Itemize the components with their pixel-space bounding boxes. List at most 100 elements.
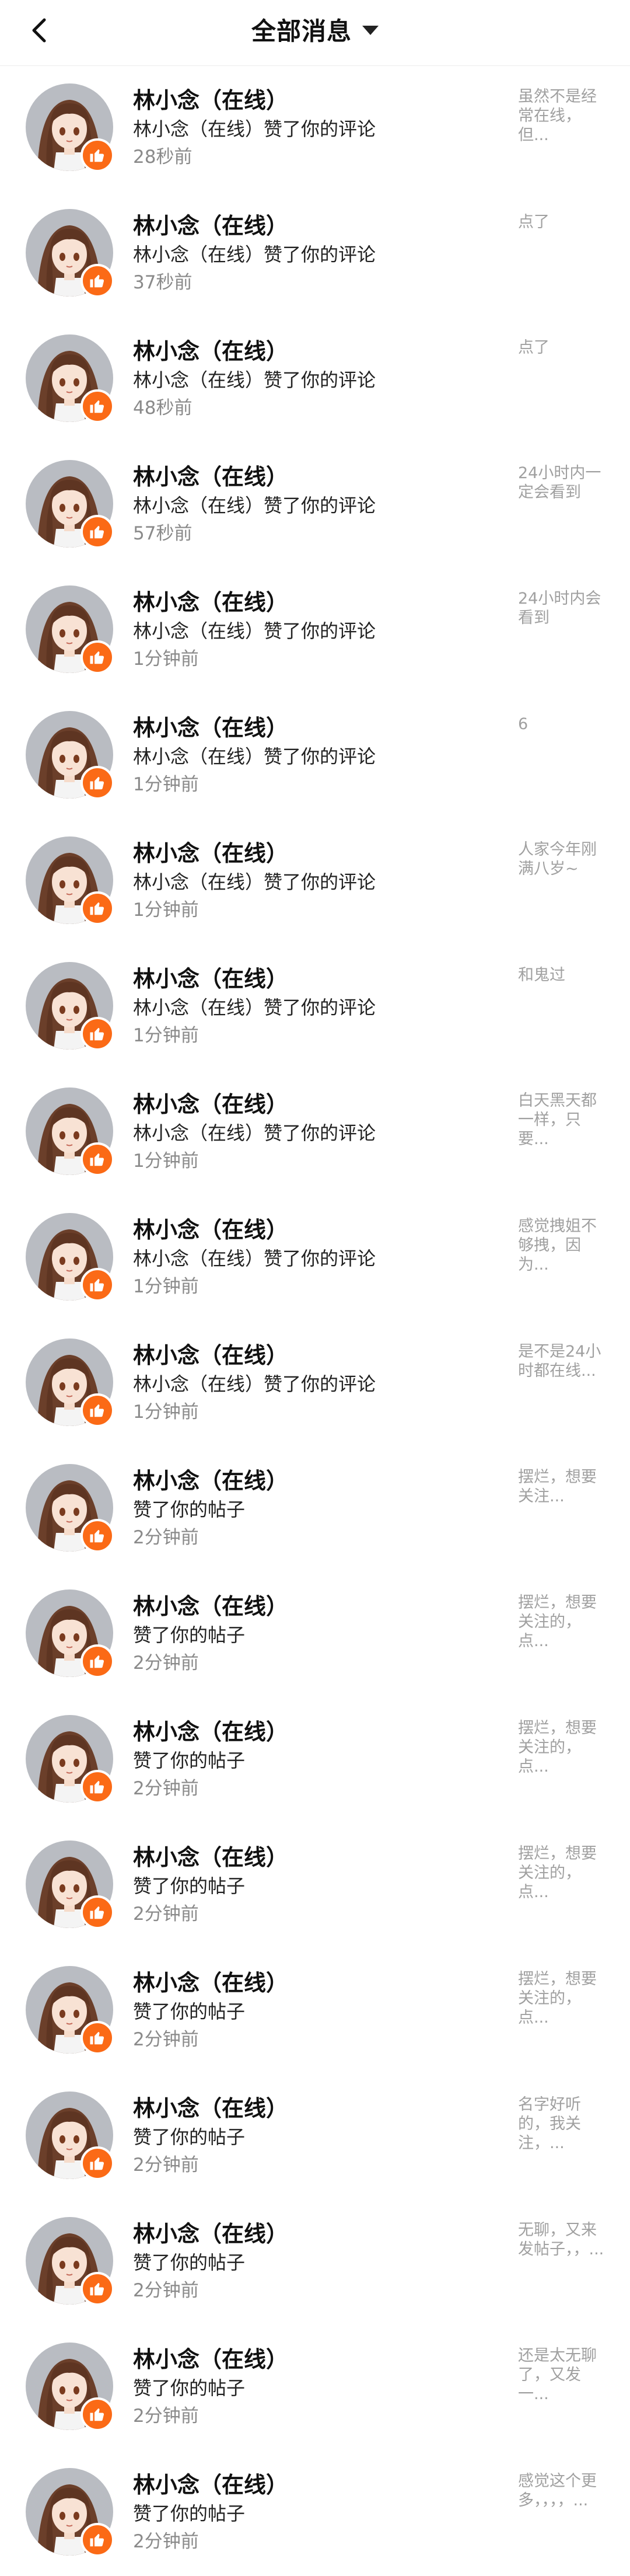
avatar[interactable]	[26, 1589, 114, 1678]
comment-snippet[interactable]: 点了	[518, 338, 611, 357]
sender-name[interactable]: 林小念（在线）	[133, 1466, 495, 1496]
avatar[interactable]	[26, 2217, 114, 2306]
comment-snippet[interactable]: 6	[518, 714, 611, 734]
sender-name[interactable]: 林小念（在线）	[133, 2094, 495, 2123]
comment-snippet[interactable]: 感觉拽姐不够拽，因为...	[518, 1216, 611, 1274]
comment-snippet[interactable]: 白天黑天都一样，只要...	[518, 1091, 611, 1149]
top-bar: 全部消息	[0, 0, 630, 66]
sender-name[interactable]: 林小念（在线）	[133, 588, 495, 617]
sender-name[interactable]: 林小念（在线）	[133, 1592, 495, 1621]
sender-name[interactable]: 林小念（在线）	[133, 713, 495, 743]
sender-name[interactable]: 林小念（在线）	[133, 1843, 495, 1872]
notification-item[interactable]: 林小念（在线） 赞了你的帖子 2分钟前 感觉这个更多，，，，...	[0, 2450, 630, 2576]
comment-snippet[interactable]: 虽然不是经常在线，但...	[518, 87, 611, 145]
thumbs-up-icon	[90, 1028, 104, 1041]
avatar[interactable]	[26, 2092, 114, 2180]
notification-item[interactable]: 林小念（在线） 赞了你的帖子 2分钟前 摆烂，想要关注的，点...	[0, 1823, 630, 1948]
notification-item[interactable]: 林小念（在线） 赞了你的帖子 2分钟前 名字好听的，我关注，...	[0, 2074, 630, 2199]
caret-down-icon	[362, 26, 379, 35]
notification-item[interactable]: 林小念（在线） 赞了你的帖子 2分钟前 摆烂，想要关注...	[0, 1446, 630, 1572]
avatar[interactable]	[26, 836, 114, 925]
avatar[interactable]	[26, 1087, 114, 1176]
comment-snippet[interactable]: 摆烂，想要关注的，点...	[518, 1719, 611, 1776]
avatar[interactable]	[26, 1464, 114, 1553]
sender-name[interactable]: 林小念（在线）	[133, 462, 495, 492]
thumbs-up-icon	[90, 1906, 104, 1919]
notification-item[interactable]: 林小念（在线） 林小念（在线）赞了你的评论 1分钟前 白天黑天都一样，只要...	[0, 1070, 630, 1195]
like-badge	[80, 2523, 114, 2557]
notification-item[interactable]: 林小念（在线） 林小念（在线）赞了你的评论 37秒前 点了	[0, 191, 630, 317]
avatar[interactable]	[26, 83, 114, 172]
avatar[interactable]	[26, 460, 114, 549]
comment-snippet[interactable]: 摆烂，想要关注的，点...	[518, 1970, 611, 2027]
comment-snippet[interactable]: 人家今年刚满八岁~	[518, 840, 611, 879]
comment-snippet[interactable]: 点了	[518, 212, 611, 232]
thumbs-up-icon	[90, 2032, 104, 2045]
notification-text: 赞了你的帖子	[133, 2126, 246, 2148]
timestamp: 1分钟前	[133, 1025, 199, 1046]
comment-snippet[interactable]: 摆烂，想要关注的，点...	[518, 1844, 611, 1902]
like-badge	[80, 138, 114, 172]
sender-name[interactable]: 林小念（在线）	[133, 2345, 495, 2374]
notification-item[interactable]: 林小念（在线） 赞了你的帖子 2分钟前 无聊，又来发帖子，，...	[0, 2199, 630, 2325]
sender-name[interactable]: 林小念（在线）	[133, 839, 495, 868]
notification-item[interactable]: 林小念（在线） 林小念（在线）赞了你的评论 1分钟前 和鬼过	[0, 944, 630, 1070]
comment-snippet[interactable]: 24小时内一定会看到	[518, 463, 611, 502]
timestamp: 1分钟前	[133, 649, 199, 670]
comment-snippet[interactable]: 24小时内会看到	[518, 589, 611, 628]
notification-item[interactable]: 林小念（在线） 赞了你的帖子 2分钟前 还是太无聊了，又发一...	[0, 2325, 630, 2450]
notification-item[interactable]: 林小念（在线） 林小念（在线）赞了你的评论 1分钟前 6	[0, 693, 630, 819]
avatar[interactable]	[26, 1213, 114, 1302]
avatar[interactable]	[26, 711, 114, 800]
comment-snippet[interactable]: 摆烂，想要关注的，点...	[518, 1593, 611, 1651]
comment-snippet[interactable]: 感觉这个更多，，，，...	[518, 2472, 611, 2510]
notification-text: 赞了你的帖子	[133, 1749, 246, 1772]
comment-snippet[interactable]: 和鬼过	[518, 965, 611, 985]
avatar[interactable]	[26, 209, 114, 298]
sender-name[interactable]: 林小念（在线）	[133, 1717, 495, 1747]
avatar[interactable]	[26, 334, 114, 423]
sender-name[interactable]: 林小念（在线）	[133, 1968, 495, 1998]
comment-snippet[interactable]: 还是太无聊了，又发一...	[518, 2346, 611, 2404]
message-filter-dropdown[interactable]: 全部消息	[0, 0, 630, 58]
notification-text: 赞了你的帖子	[133, 1875, 246, 1897]
sender-name[interactable]: 林小念（在线）	[133, 337, 495, 366]
notification-item[interactable]: 林小念（在线） 赞了你的帖子 2分钟前 摆烂，想要关注的，点...	[0, 1697, 630, 1823]
sender-name[interactable]: 林小念（在线）	[133, 86, 495, 115]
notification-item[interactable]: 林小念（在线） 林小念（在线）赞了你的评论 1分钟前 是不是24小时都在线...	[0, 1321, 630, 1446]
notification-item[interactable]: 林小念（在线） 林小念（在线）赞了你的评论 1分钟前 人家今年刚满八岁~	[0, 819, 630, 944]
notification-item[interactable]: 林小念（在线） 林小念（在线）赞了你的评论 48秒前 点了	[0, 317, 630, 442]
sender-name[interactable]: 林小念（在线）	[133, 211, 495, 240]
comment-snippet[interactable]: 摆烂，想要关注...	[518, 1467, 611, 1506]
avatar[interactable]	[26, 2343, 114, 2431]
notification-item[interactable]: 林小念（在线） 林小念（在线）赞了你的评论 57秒前 24小时内一定会看到	[0, 442, 630, 568]
comment-snippet[interactable]: 无聊，又来发帖子，，...	[518, 2221, 611, 2259]
notification-item[interactable]: 林小念（在线） 赞了你的帖子 2分钟前 摆烂，想要关注的，点...	[0, 1572, 630, 1697]
sender-name[interactable]: 林小念（在线）	[133, 1090, 495, 1119]
avatar[interactable]	[26, 2468, 114, 2557]
sender-name[interactable]: 林小念（在线）	[133, 2219, 495, 2249]
notification-item[interactable]: 林小念（在线） 林小念（在线）赞了你的评论 1分钟前 感觉拽姐不够拽，因为...	[0, 1195, 630, 1321]
avatar[interactable]	[26, 962, 114, 1051]
sender-name[interactable]: 林小念（在线）	[133, 2470, 495, 2500]
notification-text: 赞了你的帖子	[133, 2377, 246, 2399]
sender-name[interactable]: 林小念（在线）	[133, 1215, 495, 1245]
notification-item[interactable]: 林小念（在线） 林小念（在线）赞了你的评论 28秒前 虽然不是经常在线，但...	[0, 66, 630, 191]
avatar[interactable]	[26, 1338, 114, 1427]
thumbs-up-icon	[90, 1530, 104, 1543]
avatar[interactable]	[26, 1715, 114, 1804]
notification-item[interactable]: 林小念（在线） 赞了你的帖子 2分钟前 摆烂，想要关注的，点...	[0, 1948, 630, 2074]
sender-name[interactable]: 林小念（在线）	[133, 964, 495, 994]
comment-snippet[interactable]: 是不是24小时都在线...	[518, 1342, 611, 1381]
avatar[interactable]	[26, 1841, 114, 1929]
timestamp: 2分钟前	[133, 2029, 199, 2050]
notification-item[interactable]: 林小念（在线） 林小念（在线）赞了你的评论 1分钟前 24小时内会看到	[0, 568, 630, 693]
like-badge	[80, 1770, 114, 1804]
sender-name[interactable]: 林小念（在线）	[133, 1341, 495, 1370]
avatar[interactable]	[26, 585, 114, 674]
notification-text: 赞了你的帖子	[133, 2000, 246, 2023]
notification-text: 林小念（在线）赞了你的评论	[133, 1373, 376, 1395]
comment-snippet[interactable]: 名字好听的，我关注，...	[518, 2095, 611, 2153]
avatar[interactable]	[26, 1966, 114, 2055]
timestamp: 1分钟前	[133, 1402, 199, 1423]
